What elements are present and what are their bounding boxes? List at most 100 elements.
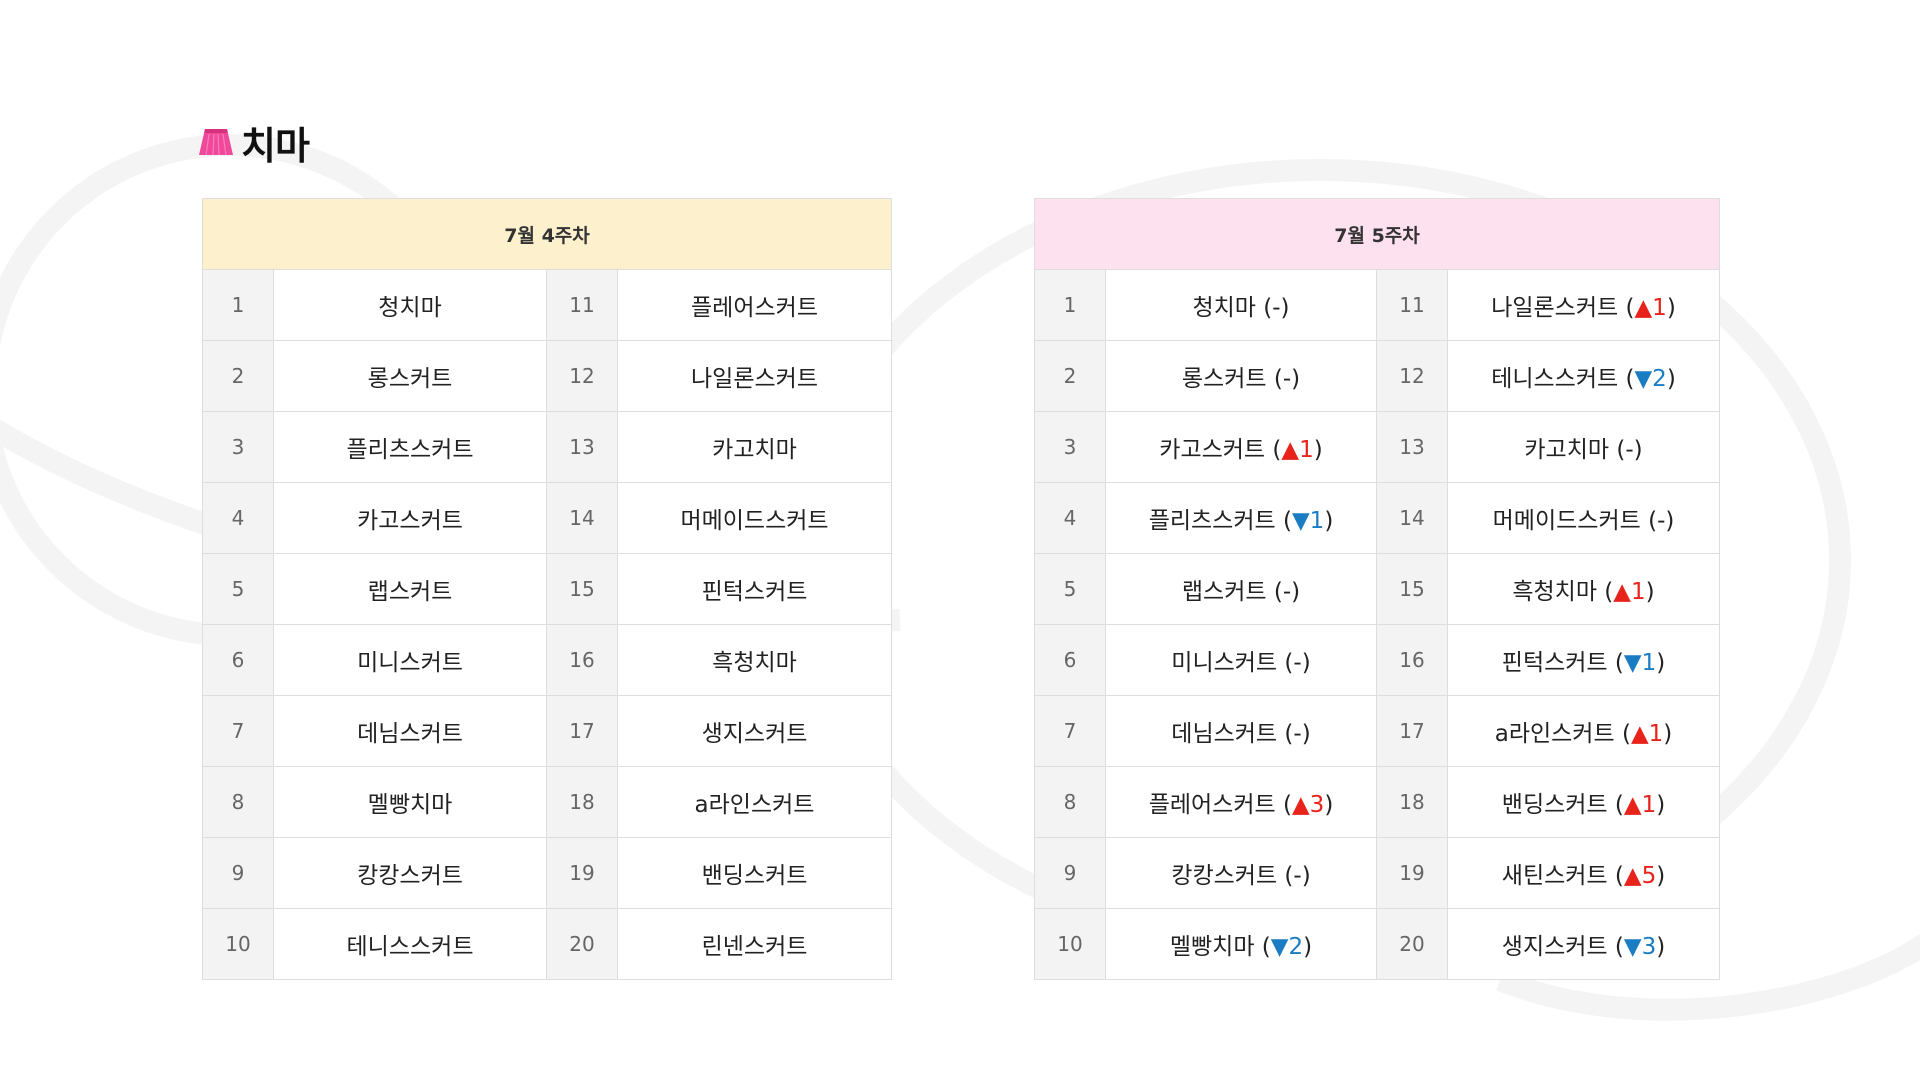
keyword-cell: 밴딩스커트 (▲1) — [1447, 766, 1720, 838]
rank-number: 8 — [1034, 766, 1106, 838]
keyword-name: 생지스커트 — [1501, 934, 1608, 960]
rank-change-value: 1 — [1631, 579, 1646, 605]
skirt-icon — [199, 129, 233, 156]
rank-number: 7 — [1034, 695, 1106, 767]
rank-number: 11 — [546, 269, 618, 341]
up-arrow-icon: ▲ — [1623, 863, 1642, 889]
keyword-cell: 청치마 (-) — [1105, 269, 1377, 341]
table-row: 9 캉캉스커트 (-) 19 새틴스커트 (▲5) — [1034, 837, 1720, 909]
rank-number: 5 — [1034, 553, 1106, 625]
keyword-name: 미니스커트 — [1171, 650, 1278, 676]
keyword-name: 카고치마 — [1524, 437, 1610, 463]
rank-number: 16 — [546, 624, 618, 696]
table-row: 5 랩스커트 (-) 15 흑청치마 (▲1) — [1034, 553, 1720, 625]
rank-change-value: 3 — [1641, 934, 1657, 960]
keyword-name: a라인스커트 — [1494, 721, 1615, 747]
down-arrow-icon: ▼ — [1623, 650, 1642, 676]
keyword-name: 테니스스커트 — [1491, 366, 1619, 392]
rank-change-value: 5 — [1641, 863, 1657, 889]
keyword-name: 흑청치마 — [617, 624, 892, 696]
keyword-cell: 캉캉스커트 (-) — [1105, 837, 1377, 909]
keyword-name: 랩스커트 — [273, 553, 547, 625]
rank-number: 14 — [546, 482, 618, 554]
keyword-name: 청치마 — [1192, 295, 1256, 321]
rank-change: (▲3) — [1275, 792, 1334, 818]
table-body-week4: 1 청치마 11 플레어스커트 2 롱스커트 12 나일론스커트 3 플리츠스커트 13 카고치마 4 카… — [202, 269, 892, 980]
table-row: 8 멜빵치마 18 a라인스커트 — [202, 766, 892, 838]
up-arrow-icon: ▲ — [1630, 721, 1649, 747]
table-row: 3 카고스커트 (▲1) 13 카고치마 (-) — [1034, 411, 1720, 483]
rank-change: (▼3) — [1607, 934, 1666, 960]
rank-number: 13 — [546, 411, 618, 483]
rank-change: (▼1) — [1275, 508, 1334, 534]
rank-change: (▼2) — [1618, 366, 1676, 392]
rank-number: 17 — [546, 695, 618, 767]
rank-number: 1 — [202, 269, 274, 341]
keyword-cell: 카고스커트 (▲1) — [1105, 411, 1377, 483]
rank-number: 10 — [202, 908, 274, 980]
rank-change-value: - — [1272, 295, 1281, 321]
rank-change-value: 2 — [1652, 366, 1667, 392]
keyword-name: 카고스커트 — [273, 482, 547, 554]
keyword-name: 데님스커트 — [1171, 721, 1278, 747]
rank-number: 18 — [546, 766, 618, 838]
keyword-name: 밴딩스커트 — [617, 837, 892, 909]
keyword-cell: 새틴스커트 (▲5) — [1447, 837, 1720, 909]
keyword-name: 롱스커트 — [273, 340, 547, 412]
table-row: 2 롱스커트 (-) 12 테니스스커트 (▼2) — [1034, 340, 1720, 412]
keyword-cell: 머메이드스커트 (-) — [1447, 482, 1720, 554]
rank-number: 19 — [1376, 837, 1448, 909]
rank-number: 17 — [1376, 695, 1448, 767]
table-row: 4 플리츠스커트 (▼1) 14 머메이드스커트 (-) — [1034, 482, 1720, 554]
rank-number: 12 — [546, 340, 618, 412]
table-body-week5: 1 청치마 (-) 11 나일론스커트 (▲1) 2 롱스커트 (-) 12 테니스스커트 (… — [1034, 269, 1720, 980]
rank-change-value: 2 — [1288, 934, 1304, 960]
rank-change: (-) — [1255, 295, 1290, 321]
keyword-name: 나일론스커트 — [617, 340, 892, 412]
table-row: 6 미니스커트 16 흑청치마 — [202, 624, 892, 696]
rank-change: (▲1) — [1614, 721, 1673, 747]
rank-change-value: 1 — [1309, 508, 1325, 534]
table-row: 10 멜빵치마 (▼2) 20 생지스커트 (▼3) — [1034, 908, 1720, 980]
keyword-cell: 랩스커트 (-) — [1105, 553, 1377, 625]
keyword-name: 밴딩스커트 — [1501, 792, 1608, 818]
rank-number: 6 — [1034, 624, 1106, 696]
rank-number: 13 — [1376, 411, 1448, 483]
rank-change-value: - — [1282, 366, 1292, 392]
rank-change-value: - — [1625, 437, 1634, 463]
keyword-name: 카고스커트 — [1159, 437, 1266, 463]
down-arrow-icon: ▼ — [1634, 366, 1653, 392]
keyword-name: 롱스커트 — [1181, 366, 1267, 392]
keyword-name: 흑청치마 — [1512, 579, 1597, 605]
rank-change: (-) — [1266, 366, 1301, 392]
rank-change-value: 1 — [1641, 792, 1657, 818]
rank-change: (▲5) — [1607, 863, 1666, 889]
up-arrow-icon: ▲ — [1281, 437, 1300, 463]
rank-change: (▲1) — [1618, 295, 1676, 321]
rank-change: (-) — [1640, 508, 1675, 534]
table-row: 6 미니스커트 (-) 16 핀턱스커트 (▼1) — [1034, 624, 1720, 696]
rank-number: 6 — [202, 624, 274, 696]
rank-change-value: 1 — [1641, 650, 1657, 676]
rank-change: (▲1) — [1597, 579, 1655, 605]
rank-change: (▲1) — [1607, 792, 1666, 818]
keyword-cell: 카고치마 (-) — [1447, 411, 1720, 483]
rank-number: 9 — [1034, 837, 1106, 909]
rank-number: 4 — [1034, 482, 1106, 554]
table-row: 4 카고스커트 14 머메이드스커트 — [202, 482, 892, 554]
rank-change-value: - — [1293, 721, 1302, 747]
up-arrow-icon: ▲ — [1291, 792, 1310, 818]
rank-change: (-) — [1277, 863, 1311, 889]
rank-number: 2 — [1034, 340, 1106, 412]
keyword-name: 플리츠스커트 — [273, 411, 547, 483]
keyword-cell: 생지스커트 (▼3) — [1447, 908, 1720, 980]
keyword-name: 멜빵치마 — [273, 766, 547, 838]
rank-change: (▲1) — [1265, 437, 1323, 463]
down-arrow-icon: ▼ — [1270, 934, 1289, 960]
section-title: 치마 — [197, 118, 310, 168]
rank-number: 11 — [1376, 269, 1448, 341]
rank-number: 15 — [1376, 553, 1448, 625]
rank-change: (-) — [1266, 579, 1301, 605]
keyword-name: 랩스커트 — [1181, 579, 1267, 605]
keyword-name: 청치마 — [273, 269, 547, 341]
